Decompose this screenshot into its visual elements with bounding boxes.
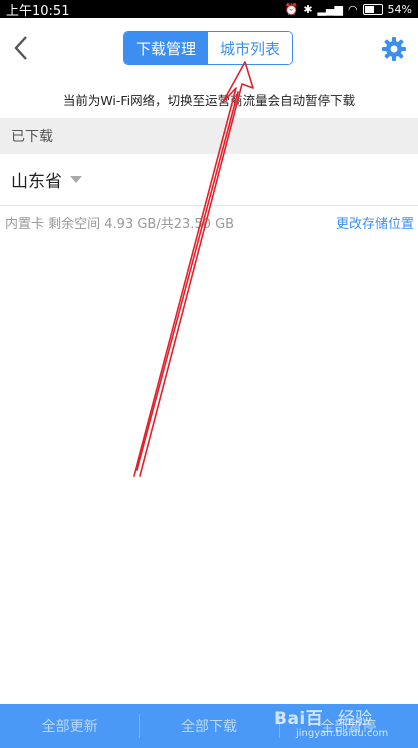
baidu-watermark: Bai百 经验 jingyan.baidu.com bbox=[268, 700, 416, 748]
download-all-button[interactable]: 全部下载 bbox=[139, 704, 278, 748]
expand-caret-icon bbox=[70, 176, 82, 183]
back-button[interactable] bbox=[8, 33, 34, 63]
update-all-button[interactable]: 全部更新 bbox=[0, 704, 139, 748]
bluetooth-icon: ✱ bbox=[303, 2, 313, 16]
storage-row: 内置卡 剩余空间 4.93 GB/共23.50 GB 更改存储位置 bbox=[0, 207, 418, 237]
tab-switcher: 下载管理 城市列表 bbox=[123, 31, 293, 65]
top-header: 下载管理 城市列表 bbox=[0, 18, 418, 80]
change-storage-link[interactable]: 更改存储位置 bbox=[336, 213, 414, 232]
downloaded-section-header: 已下载 bbox=[0, 118, 418, 154]
status-bar: 上午10:51 ⏰ ✱ ▂▄▆ ◠ 54% bbox=[0, 0, 418, 19]
status-time: 上午10:51 bbox=[6, 3, 70, 19]
tab-city-list[interactable]: 城市列表 bbox=[208, 32, 292, 64]
watermark-logo: Bai百 bbox=[274, 709, 324, 729]
status-icons: ⏰ ✱ ▂▄▆ ◠ 54% bbox=[285, 3, 412, 16]
watermark-url: jingyan.baidu.com bbox=[296, 728, 389, 739]
signal-icon: ▂▄▆ bbox=[317, 2, 343, 16]
wifi-icon: ◠ bbox=[347, 2, 358, 16]
battery-icon bbox=[362, 3, 383, 15]
tab-download-manager[interactable]: 下载管理 bbox=[124, 32, 208, 64]
settings-button[interactable] bbox=[380, 35, 408, 63]
back-arrow-icon bbox=[14, 36, 27, 60]
watermark-text: 经验 bbox=[338, 709, 372, 729]
battery-level bbox=[364, 5, 374, 13]
province-name: 山东省 bbox=[11, 172, 62, 192]
battery-percent: 54% bbox=[387, 2, 412, 16]
gear-icon bbox=[382, 37, 406, 61]
wifi-notice: 当前为Wi-Fi网络，切换至运营商流量会自动暂停下载 bbox=[62, 92, 356, 108]
storage-info: 内置卡 剩余空间 4.93 GB/共23.50 GB bbox=[5, 216, 235, 232]
province-row[interactable]: 山东省 bbox=[0, 154, 418, 206]
alarm-icon: ⏰ bbox=[284, 2, 299, 16]
